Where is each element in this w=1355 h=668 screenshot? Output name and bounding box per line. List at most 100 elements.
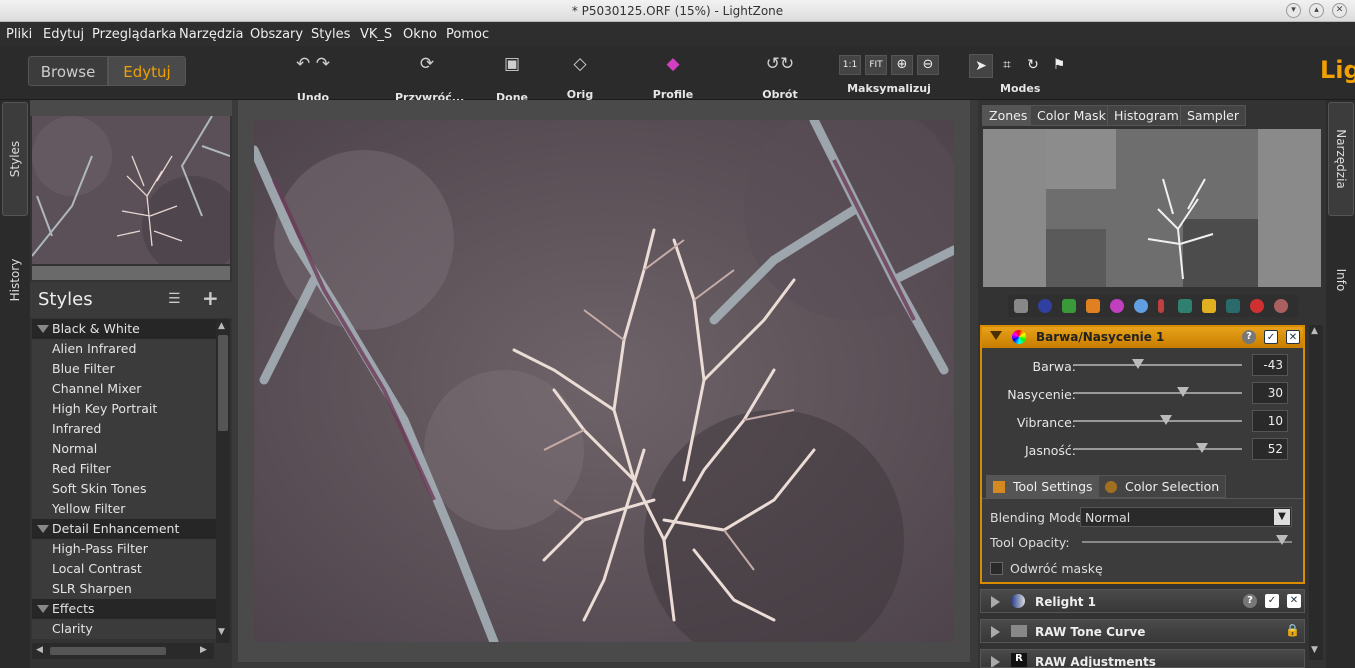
scroll-up-icon[interactable]: ▲ — [218, 321, 225, 331]
style-item[interactable]: High Key Portrait — [32, 399, 216, 419]
style-item[interactable]: Clarity — [32, 619, 216, 639]
orig-button[interactable]: ◇ Orig — [562, 54, 598, 101]
style-item[interactable]: Blue Filter — [32, 359, 216, 379]
slider-value-input[interactable]: 10 — [1252, 410, 1288, 432]
remove-tool-icon[interactable]: ✕ — [1287, 594, 1301, 608]
stack-item-raw-tone-curve[interactable]: RAW Tone Curve 🔒 — [980, 619, 1305, 643]
list-view-icon[interactable]: ☰ — [168, 291, 181, 307]
opacity-slider[interactable] — [1082, 541, 1292, 543]
stack-item-relight[interactable]: Relight 1 ? ✓ ✕ — [980, 589, 1305, 613]
zoom-in-icon[interactable]: ⊕ — [891, 55, 913, 75]
hue-sat-icon[interactable] — [1134, 299, 1148, 313]
styles-scrollbar[interactable]: ▲ ▼ — [216, 319, 230, 643]
tab-styles[interactable]: Styles — [2, 102, 28, 216]
slider-knob[interactable] — [1160, 415, 1173, 425]
style-item[interactable]: Yellow Filter — [32, 499, 216, 519]
slider-track[interactable] — [1074, 392, 1242, 394]
slider-knob[interactable] — [1177, 387, 1190, 397]
tab-color-mask[interactable]: Color Mask — [1030, 105, 1113, 126]
tab-tool-settings[interactable]: Tool Settings — [986, 475, 1100, 498]
opacity-knob[interactable] — [1276, 535, 1288, 545]
chevron-down-icon[interactable]: ▼ — [1274, 509, 1290, 525]
tab-history[interactable]: History — [2, 230, 28, 330]
slider-value-input[interactable]: -43 — [1252, 354, 1288, 376]
stack-item-raw-adjustments[interactable]: R RAW Adjustments — [980, 649, 1305, 668]
tab-tools[interactable]: Narzędzia — [1328, 102, 1354, 216]
tab-sampler[interactable]: Sampler — [1180, 105, 1247, 126]
relight-icon[interactable] — [1038, 299, 1052, 313]
photo[interactable] — [254, 120, 954, 642]
tab-color-selection[interactable]: Color Selection — [1098, 475, 1227, 498]
scroll-right-icon[interactable]: ▶ — [200, 645, 207, 655]
expand-icon[interactable] — [991, 596, 1000, 608]
style-group[interactable]: Detail Enhancement — [32, 519, 216, 539]
menu-vks[interactable]: VK_S — [360, 27, 392, 42]
style-item[interactable]: SLR Sharpen — [32, 579, 216, 599]
menu-tools[interactable]: Narzędzia — [179, 27, 244, 42]
scroll-down-icon[interactable]: ▼ — [1311, 645, 1318, 655]
enable-checkbox[interactable]: ✓ — [1265, 594, 1279, 608]
color-balance-icon[interactable] — [1110, 299, 1124, 313]
zoom-1to1-button[interactable]: 1:1 — [839, 55, 861, 75]
help-icon[interactable]: ? — [1243, 594, 1257, 608]
add-style-icon[interactable]: + — [202, 286, 219, 310]
rotate-button[interactable]: ↺↻ Obrót — [756, 54, 804, 101]
menu-edit[interactable]: Edytuj — [43, 27, 84, 42]
revert-button[interactable]: ⟳ Przywróć... — [395, 54, 464, 104]
tab-histogram[interactable]: Histogram — [1107, 105, 1186, 126]
styles-hscrollbar[interactable]: ◀ ▶ — [32, 643, 214, 659]
slider-value-input[interactable]: 52 — [1252, 438, 1288, 460]
collapse-icon[interactable] — [990, 331, 1002, 340]
style-group[interactable]: Black & White — [32, 319, 216, 339]
slider-knob[interactable] — [1195, 443, 1208, 453]
zoom-out-icon[interactable]: ⊖ — [917, 55, 939, 75]
style-item[interactable]: High-Pass Filter — [32, 539, 216, 559]
select-mode-icon[interactable]: ➤ — [969, 54, 993, 78]
rotate-mode-icon[interactable]: ↻ — [1021, 54, 1045, 78]
red-eye-icon[interactable] — [1250, 299, 1264, 313]
clone-icon[interactable] — [1226, 299, 1240, 313]
close-icon[interactable]: ✕ — [1332, 3, 1347, 18]
expand-icon[interactable] — [991, 626, 1000, 638]
channel-mixer-icon[interactable] — [1178, 299, 1192, 313]
enable-checkbox[interactable]: ✓ — [1264, 330, 1278, 344]
style-item[interactable]: Red Filter — [32, 459, 216, 479]
tools-scrollbar[interactable]: ▲ ▼ — [1309, 325, 1323, 660]
temperature-icon[interactable] — [1158, 299, 1164, 313]
style-item[interactable]: Normal — [32, 439, 216, 459]
help-icon[interactable]: ? — [1242, 330, 1256, 344]
scroll-down-icon[interactable]: ▼ — [218, 627, 225, 637]
minimize-icon[interactable]: ▾ — [1286, 3, 1301, 18]
tab-zones[interactable]: Zones — [982, 105, 1035, 126]
scroll-thumb[interactable] — [218, 335, 228, 431]
menu-regions[interactable]: Obszary — [250, 27, 303, 42]
menu-window[interactable]: Okno — [403, 27, 437, 42]
slider-track[interactable] — [1074, 448, 1242, 450]
menu-styles[interactable]: Styles — [311, 27, 350, 42]
browse-button[interactable]: Browse — [28, 56, 108, 86]
done-button[interactable]: ▣ Done — [494, 54, 530, 104]
crop-icon[interactable]: ⌗ — [995, 54, 1019, 78]
spot-icon[interactable] — [1274, 299, 1288, 313]
menu-help[interactable]: Pomoc — [446, 27, 489, 42]
style-item[interactable]: Local Contrast — [32, 559, 216, 579]
tab-info[interactable]: Info — [1328, 230, 1354, 330]
scroll-up-icon[interactable]: ▲ — [1311, 326, 1318, 336]
edit-mode-button[interactable]: Edytuj — [108, 56, 186, 86]
menu-file[interactable]: Pliki — [6, 27, 32, 42]
noise-icon[interactable] — [1086, 299, 1100, 313]
blending-select[interactable]: Normal ▼ — [1080, 507, 1292, 527]
zone-mapper-icon[interactable] — [1014, 299, 1028, 313]
sharpen-icon[interactable] — [1062, 299, 1076, 313]
style-group[interactable]: Effects — [32, 599, 216, 619]
region-icon[interactable]: ⚑ — [1047, 54, 1071, 78]
menu-browser[interactable]: Przeglądarka — [92, 27, 176, 42]
image-canvas[interactable] — [238, 100, 970, 662]
slider-track[interactable] — [1074, 364, 1242, 366]
scroll-left-icon[interactable]: ◀ — [36, 645, 43, 655]
hue-sat-header[interactable]: Barwa/Nasycenie 1 ? ✓ ✕ — [982, 327, 1303, 348]
white-balance-icon[interactable] — [1202, 299, 1216, 313]
style-item[interactable]: Alien Infrared — [32, 339, 216, 359]
invert-mask-checkbox[interactable] — [990, 562, 1003, 575]
slider-track[interactable] — [1074, 420, 1242, 422]
